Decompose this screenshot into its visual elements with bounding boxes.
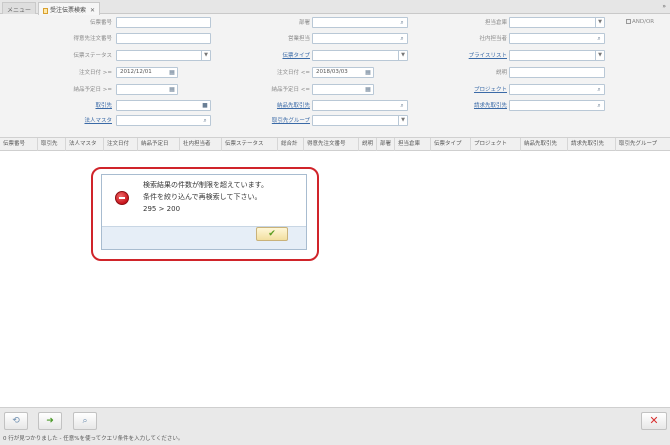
sales-staff-field[interactable]: ⌕ — [312, 33, 408, 44]
partner-group-link[interactable]: 取引先グループ — [250, 116, 310, 126]
delivery-partner-link[interactable]: 納品先取引先 — [250, 101, 310, 111]
column-header[interactable]: 納品予定日 — [138, 138, 180, 151]
search-icon[interactable]: ⌕ — [595, 101, 603, 110]
column-header[interactable]: 社内担当者 — [180, 138, 222, 151]
customer-order-no-field[interactable] — [116, 33, 211, 44]
company-staff-label: 社内担当者 — [479, 36, 507, 42]
partner-group-select[interactable]: ▼ — [312, 115, 408, 126]
search-icon[interactable]: ⌕ — [398, 101, 406, 110]
search-icon[interactable]: ⌕ — [398, 18, 406, 27]
company-staff-field[interactable]: ⌕ — [509, 33, 605, 44]
billing-partner-link[interactable]: 請求先取引先 — [447, 101, 507, 111]
document-icon — [43, 7, 48, 14]
calendar-icon[interactable]: ▦ — [168, 68, 176, 77]
order-date-from-field[interactable]: 2012/12/01 ▦ — [116, 67, 178, 78]
corporate-master-link[interactable]: 法人マスタ — [52, 116, 112, 126]
slip-status-label: 伝票ステータス — [73, 53, 112, 59]
order-date-to-field[interactable]: 2018/03/03 ▦ — [312, 67, 374, 78]
warehouse-label: 担当倉庫 — [484, 20, 507, 26]
department-label: 部署 — [298, 20, 310, 26]
trade-partner-field[interactable]: ■ — [116, 100, 211, 111]
column-header[interactable]: 請求先取引先 — [568, 138, 616, 151]
chevron-down-icon[interactable]: ▼ — [398, 51, 407, 60]
calendar-icon[interactable]: ▦ — [168, 85, 176, 94]
slip-status-select[interactable]: ▼ — [116, 50, 211, 61]
delivery-date-to-label: 納品予定日 <= — [271, 87, 310, 93]
chevron-down-icon[interactable]: ▼ — [595, 18, 604, 27]
order-date-from-label: 注文日付 >= — [79, 70, 112, 76]
billing-partner-field[interactable]: ⌕ — [509, 100, 605, 111]
tab-order-search[interactable]: 受注伝票検索 ✕ — [38, 2, 100, 15]
order-date-from-value: 2012/12/01 — [120, 69, 152, 75]
price-list-link[interactable]: プライスリスト — [447, 51, 507, 61]
search-button[interactable]: ➜ — [38, 412, 62, 430]
slip-no-field[interactable] — [116, 17, 211, 28]
trade-partner-link[interactable]: 取引先 — [52, 101, 112, 111]
corporate-master-field[interactable]: ⌕ — [116, 115, 211, 126]
tab-menu[interactable]: メニュー — [2, 2, 36, 14]
column-header[interactable]: 取引先グループ — [616, 138, 670, 151]
search-icon[interactable]: ⌕ — [398, 34, 406, 43]
column-header[interactable]: 伝票タイプ — [431, 138, 471, 151]
calendar-icon[interactable]: ▦ — [364, 68, 372, 77]
preview-button[interactable]: ⌕ — [73, 412, 97, 430]
close-icon: ✕ — [649, 414, 659, 427]
chevron-down-icon[interactable]: ▼ — [595, 51, 604, 60]
project-link[interactable]: プロジェクト — [447, 85, 507, 95]
column-header[interactable]: 取引先 — [38, 138, 66, 151]
customer-order-no-label: 得意先注文番号 — [73, 36, 112, 42]
delivery-date-from-label: 納品予定日 >= — [73, 87, 112, 93]
results-grid-header: 伝票番号 取引先 法人マスタ 注文日付 納品予定日 社内担当者 伝票ステータス … — [0, 137, 670, 151]
delivery-date-to-field[interactable]: ▦ — [312, 84, 374, 95]
order-date-to-label: 注文日付 <= — [277, 70, 310, 76]
search-icon[interactable]: ⌕ — [595, 85, 603, 94]
andor-checkbox[interactable]: AND/OR — [626, 19, 654, 25]
delivery-date-from-field[interactable]: ▦ — [116, 84, 178, 95]
chevron-down-icon[interactable]: ▼ — [398, 116, 407, 125]
calendar-icon[interactable]: ▦ — [364, 85, 372, 94]
column-header[interactable]: 法人マスタ — [66, 138, 104, 151]
chevron-right-icon[interactable]: » — [662, 3, 666, 10]
clear-button[interactable]: ⟲ — [4, 412, 28, 430]
tab-strip — [0, 0, 670, 14]
status-bar-text: 0 行が見つかりました - 任意%を使ってクエリ条件を入力してください。 — [3, 436, 184, 442]
column-header[interactable]: プロジェクト — [471, 138, 521, 151]
column-header[interactable]: 部署 — [377, 138, 395, 151]
sales-staff-label: 営業担当 — [287, 36, 310, 42]
highlight-ring — [91, 167, 319, 261]
lock-icon[interactable]: ■ — [201, 101, 209, 110]
column-header[interactable]: 注文日付 — [104, 138, 138, 151]
column-header[interactable]: 納品先取引先 — [521, 138, 568, 151]
project-field[interactable]: ⌕ — [509, 84, 605, 95]
close-button[interactable]: ✕ — [641, 412, 667, 430]
column-header[interactable]: 伝票番号 — [0, 138, 38, 151]
preview-icon: ⌕ — [82, 416, 88, 426]
description-label: 説明 — [495, 70, 507, 76]
chevron-down-icon[interactable]: ▼ — [201, 51, 210, 60]
column-header[interactable]: 総合計 — [278, 138, 304, 151]
slip-type-select[interactable]: ▼ — [312, 50, 408, 61]
order-date-to-value: 2018/03/03 — [316, 69, 348, 75]
column-header[interactable]: 伝票ステータス — [222, 138, 278, 151]
close-tab-icon[interactable]: ✕ — [90, 7, 95, 14]
warehouse-select[interactable]: ▼ — [509, 17, 605, 28]
price-list-select[interactable]: ▼ — [509, 50, 605, 61]
clear-icon: ⟲ — [12, 416, 20, 426]
search-icon[interactable]: ⌕ — [595, 34, 603, 43]
slip-type-link[interactable]: 伝票タイプ — [250, 51, 310, 61]
search-arrow-icon: ➜ — [46, 416, 54, 426]
tab-menu-label: メニュー — [7, 7, 32, 14]
column-header[interactable]: 説明 — [359, 138, 377, 151]
description-field[interactable] — [509, 67, 605, 78]
slip-no-label: 伝票番号 — [89, 20, 112, 26]
checkbox-icon — [626, 19, 631, 24]
search-icon[interactable]: ⌕ — [201, 116, 209, 125]
andor-label: AND/OR — [632, 19, 655, 25]
tab-order-search-label: 受注伝票検索 — [50, 7, 87, 14]
column-header[interactable]: 得意先注文番号 — [304, 138, 359, 151]
department-field[interactable]: ⌕ — [312, 17, 408, 28]
delivery-partner-field[interactable]: ⌕ — [312, 100, 408, 111]
column-header[interactable]: 担当倉庫 — [395, 138, 431, 151]
